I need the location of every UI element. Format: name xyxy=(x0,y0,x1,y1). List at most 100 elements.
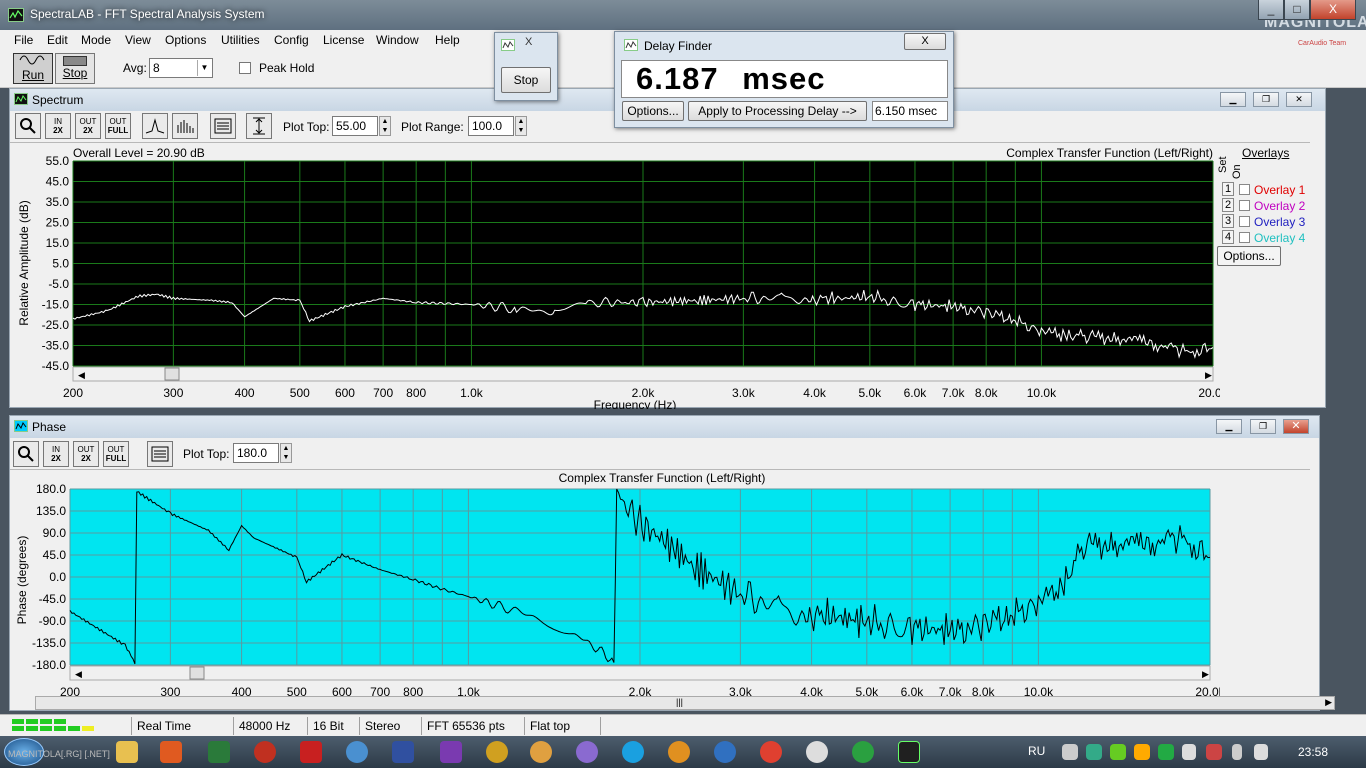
skype-icon[interactable] xyxy=(622,741,644,763)
media-player-icon[interactable] xyxy=(160,741,182,763)
spectrum-minimize-button[interactable]: ▁ xyxy=(1220,92,1246,107)
zoom-out-2x-icon[interactable]: OUT 2X xyxy=(75,113,101,139)
scale-icon[interactable] xyxy=(246,113,272,139)
x-tick-label: 4.0k xyxy=(803,386,827,400)
phase-zoom-out-bottom-label: 2X xyxy=(81,454,91,463)
tray-avast-icon[interactable] xyxy=(1134,744,1150,760)
horizontal-scrollbar[interactable]: ||| ▶ xyxy=(35,696,1335,710)
eye-app-icon[interactable] xyxy=(806,741,828,763)
peak-hold-checkbox[interactable] xyxy=(239,62,251,74)
x-tick-label: 800 xyxy=(406,386,426,400)
phase-zoom-in-2x-icon[interactable]: IN 2X xyxy=(43,441,69,467)
excel-icon[interactable] xyxy=(208,741,230,763)
overlay-on-checkbox[interactable] xyxy=(1239,184,1250,195)
chrome-icon[interactable] xyxy=(760,741,782,763)
phase-zoom-in-top-label: IN xyxy=(52,445,60,454)
x-app-icon[interactable] xyxy=(714,741,736,763)
phase-restore-button[interactable]: ❐ xyxy=(1250,419,1276,434)
overlay-set-button[interactable]: 2 xyxy=(1222,198,1234,212)
y-tick-label: -5.0 xyxy=(48,277,69,291)
menu-config[interactable]: Config xyxy=(274,33,309,47)
tray-shield-icon[interactable] xyxy=(1086,744,1102,760)
avg-select[interactable]: 8 ▼ xyxy=(149,58,213,78)
phase-zoom-icon[interactable] xyxy=(13,441,39,467)
avast-icon[interactable] xyxy=(668,741,690,763)
menu-view[interactable]: View xyxy=(125,33,151,47)
network-icon[interactable] xyxy=(346,741,368,763)
menu-window[interactable]: Window xyxy=(376,33,419,47)
menu-options[interactable]: Options xyxy=(165,33,206,47)
close-button[interactable]: X xyxy=(1310,0,1356,20)
run-button[interactable]: Run xyxy=(13,53,53,84)
minimize-button[interactable]: _ xyxy=(1258,0,1284,20)
maximize-button[interactable]: □ xyxy=(1284,0,1310,20)
tray-app-icon[interactable] xyxy=(1110,744,1126,760)
phase-close-button[interactable]: ✕ xyxy=(1283,419,1309,434)
phase-list-icon[interactable] xyxy=(147,441,173,467)
overlay-on-checkbox[interactable] xyxy=(1239,200,1250,211)
processing-delay-field[interactable]: 6.150 msec xyxy=(872,101,948,121)
overlay-set-button[interactable]: 4 xyxy=(1222,230,1234,244)
smiley-icon[interactable] xyxy=(530,741,552,763)
stop-button[interactable]: Stop xyxy=(55,53,95,84)
scroll-right-icon[interactable]: ▶ xyxy=(1325,697,1332,708)
tray-flag-icon[interactable] xyxy=(1182,744,1196,760)
media-icon[interactable] xyxy=(576,741,598,763)
phase-plot-top-input[interactable]: 180.0 xyxy=(233,443,279,463)
opera-icon[interactable] xyxy=(254,741,276,763)
tool-icon[interactable] xyxy=(440,741,462,763)
tray-volume-icon[interactable] xyxy=(1254,744,1268,760)
overlay-options-button[interactable]: Options... xyxy=(1217,246,1281,266)
list-icon[interactable] xyxy=(210,113,236,139)
line-plot-icon[interactable] xyxy=(142,113,168,139)
menu-edit[interactable]: Edit xyxy=(47,33,68,47)
pdf-reader-icon[interactable] xyxy=(300,741,322,763)
tray-network-icon[interactable] xyxy=(1062,744,1078,760)
phase-zoom-out-2x-icon[interactable]: OUT 2X xyxy=(73,441,99,467)
chevron-down-icon[interactable]: ▼ xyxy=(197,60,211,76)
phase-plot-top-spinner[interactable]: ▲ ▼ xyxy=(280,443,292,463)
y-axis-label: Relative Amplitude (dB) xyxy=(17,200,31,325)
apply-processing-delay-button[interactable]: Apply to Processing Delay --> xyxy=(688,101,867,121)
zoom-out-full-icon[interactable]: OUT FULL xyxy=(105,113,131,139)
plot-top-input[interactable]: 55.00 xyxy=(332,116,378,136)
zoom-icon[interactable] xyxy=(15,113,41,139)
menu-help[interactable]: Help xyxy=(435,33,460,47)
phase-minimize-button[interactable]: ▁ xyxy=(1216,419,1242,434)
overlay-set-button[interactable]: 1 xyxy=(1222,182,1234,196)
overlay-on-checkbox[interactable] xyxy=(1239,232,1250,243)
plot-range-spinner[interactable]: ▲ ▼ xyxy=(515,116,527,136)
phase-zoom-out-full-icon[interactable]: OUT FULL xyxy=(103,441,129,467)
plot-range-input[interactable]: 100.0 xyxy=(468,116,514,136)
y-tick-label: 5.0 xyxy=(52,257,69,271)
menu-utilities[interactable]: Utilities xyxy=(221,33,260,47)
x-tick-label: 20.0k xyxy=(1198,386,1220,400)
overlay-on-checkbox[interactable] xyxy=(1239,216,1250,227)
language-indicator[interactable]: RU xyxy=(1028,744,1045,758)
stop-dialog-button[interactable]: Stop xyxy=(501,67,551,93)
overlay-set-button[interactable]: 3 xyxy=(1222,214,1234,228)
rev-icon[interactable] xyxy=(392,741,414,763)
phase-plot-top-label: Plot Top: xyxy=(183,447,230,461)
lamp-icon[interactable] xyxy=(486,741,508,763)
tray-battery-icon[interactable] xyxy=(1232,744,1242,760)
spectralab-taskbar-icon[interactable] xyxy=(898,741,920,763)
tray-signal-icon[interactable] xyxy=(1206,744,1222,760)
plot-top-spinner[interactable]: ▲ ▼ xyxy=(379,116,391,136)
menu-license[interactable]: License xyxy=(323,33,364,47)
delay-finder-close[interactable]: X xyxy=(904,33,946,50)
delay-options-button[interactable]: Options... xyxy=(622,101,684,121)
menu-mode[interactable]: Mode xyxy=(81,33,111,47)
explorer-icon[interactable] xyxy=(116,741,138,763)
utorrent-icon[interactable] xyxy=(852,741,874,763)
spectrum-close-button[interactable]: ✕ xyxy=(1286,92,1312,107)
spectrum-restore-button[interactable]: ❐ xyxy=(1253,92,1279,107)
bar-plot-icon[interactable] xyxy=(172,113,198,139)
zoom-in-2x-icon[interactable]: IN 2X xyxy=(45,113,71,139)
x-tick-label: 6.0k xyxy=(904,386,928,400)
tray-torrent-icon[interactable] xyxy=(1158,744,1174,760)
zoom-full-bottom-label: FULL xyxy=(107,126,129,135)
menu-file[interactable]: File xyxy=(14,33,33,47)
stop-dialog-close[interactable]: X xyxy=(525,36,532,48)
y-tick-label: -25.0 xyxy=(42,318,70,332)
